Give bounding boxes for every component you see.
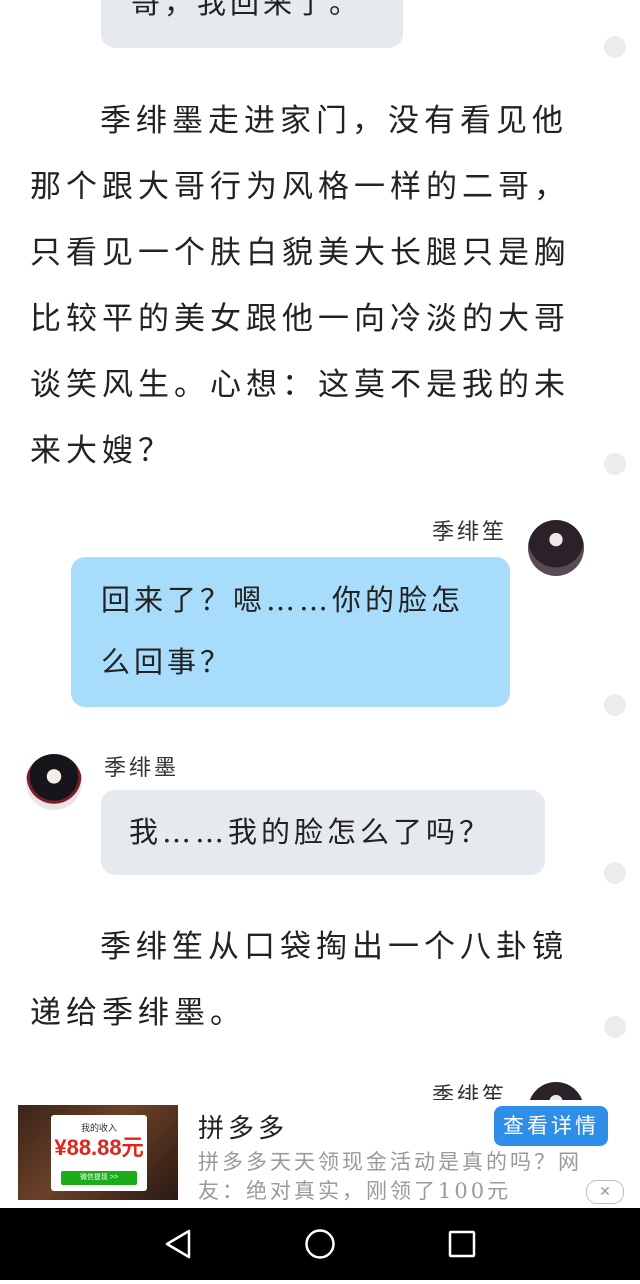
speaker-name: 季绯笙 xyxy=(432,520,508,545)
message-bubble: 我……我的脸怎么了吗？ xyxy=(101,790,545,875)
back-button[interactable] xyxy=(138,1208,218,1280)
home-circle-icon xyxy=(305,1229,335,1259)
side-dot xyxy=(604,453,626,475)
recents-square-icon xyxy=(448,1230,476,1258)
ad-title[interactable]: 拼多多 xyxy=(198,1108,288,1145)
message-text: 回来了？嗯……你的脸怎么回事？ xyxy=(101,583,465,679)
ad-card-amount: ¥88.88元 xyxy=(54,1135,144,1160)
message-bubble-top: 哥，我回来了。 xyxy=(101,0,403,48)
side-dot xyxy=(604,862,626,884)
ad-card-button: 微信提现 >> xyxy=(61,1171,137,1185)
close-icon[interactable]: ✕ xyxy=(586,1180,624,1204)
narration-paragraph: 季绯墨走进家门，没有看见他那个跟大哥行为风格一样的二哥，只看见一个肤白貌美大长腿… xyxy=(30,103,570,469)
side-dot xyxy=(604,694,626,716)
ad-description[interactable]: 拼多多天天领现金活动是真的吗？网友：绝对真实，刚领了100元 xyxy=(198,1148,588,1203)
narration-paragraph: 季绯笙从口袋掏出一个八卦镜递给季绯墨。 xyxy=(30,929,568,1031)
side-dot xyxy=(604,1016,626,1038)
view-details-button[interactable]: 查看详情 xyxy=(494,1106,608,1146)
avatar[interactable] xyxy=(528,520,584,576)
ad-banner[interactable]: 我的收入 ¥88.88元 微信提现 >> 拼多多 拼多多天天领现金活动是真的吗？… xyxy=(0,1100,640,1208)
message-text: 哥，我回来了。 xyxy=(131,0,363,20)
speaker-name: 季绯墨 xyxy=(104,756,180,781)
system-navigation-bar xyxy=(0,1208,640,1280)
ad-card-label: 我的收入 xyxy=(80,1123,117,1133)
home-button[interactable] xyxy=(280,1208,360,1280)
message-bubble: 回来了？嗯……你的脸怎么回事？ xyxy=(71,557,510,707)
side-dot xyxy=(604,36,626,58)
recents-button[interactable] xyxy=(422,1208,502,1280)
ad-image[interactable]: 我的收入 ¥88.88元 微信提现 >> xyxy=(18,1105,178,1200)
back-triangle-icon xyxy=(165,1229,191,1259)
avatar[interactable] xyxy=(26,754,82,810)
message-text: 我……我的脸怎么了吗？ xyxy=(129,815,493,849)
ad-income-card: 我的收入 ¥88.88元 微信提现 >> xyxy=(51,1115,147,1191)
